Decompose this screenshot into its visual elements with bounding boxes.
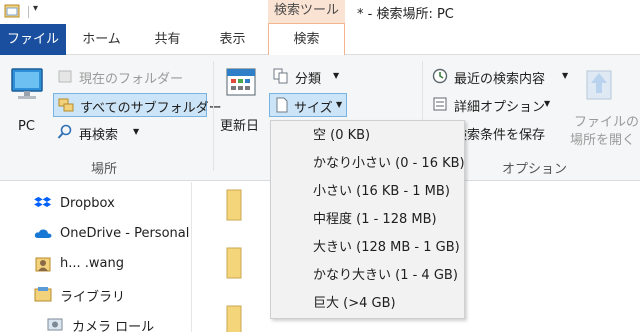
pc-button[interactable]: PC — [6, 65, 46, 135]
tab-home[interactable]: ホーム — [74, 24, 129, 55]
folder-icon[interactable] — [225, 304, 243, 332]
calendar-icon — [226, 68, 256, 96]
folder-icon — [58, 70, 72, 83]
size-option-empty[interactable]: 空 (0 KB) — [271, 121, 464, 150]
kind-icon — [273, 68, 288, 84]
window-title: * - 検索場所: PC — [357, 7, 454, 22]
open-location-label-1: ファイルの — [574, 115, 640, 130]
modified-date-label: 更新日 — [220, 119, 260, 134]
kind-label: 分類 — [295, 72, 322, 87]
modified-date-button[interactable]: 更新日 — [220, 63, 264, 143]
nav-label: h... .wang — [60, 256, 124, 271]
advanced-options-label: 詳細オプション — [454, 100, 546, 115]
nav-label: Dropbox — [60, 196, 115, 211]
current-folder-label: 現在のフォルダー — [79, 72, 184, 87]
size-icon — [276, 97, 288, 113]
all-subfolders-label: すべてのサブフォルダー — [80, 101, 222, 116]
folder-icon[interactable] — [225, 246, 243, 280]
tab-share[interactable]: 共有 — [140, 24, 195, 55]
qat-separator — [28, 6, 29, 18]
ribbon-tab-row: ファイル ホーム 共有 表示 検索 — [0, 23, 640, 56]
size-option-huge[interactable]: かなり大きい (1 - 4 GB) — [271, 261, 464, 290]
options-icon — [433, 97, 447, 111]
navigation-pane: Dropbox OneDrive - Personal h... .wang ラ… — [0, 182, 192, 332]
open-location-button: ファイルの 場所を開く — [566, 63, 640, 148]
dropbox-icon — [34, 196, 52, 208]
search-again-icon — [57, 124, 72, 139]
tab-search[interactable]: 検索 — [268, 23, 345, 56]
recent-search-icon — [432, 68, 448, 84]
size-option-large[interactable]: 大きい (128 MB - 1 GB) — [271, 233, 464, 262]
camera-roll-icon — [47, 318, 63, 331]
contextual-tab-header: 検索ツール — [268, 0, 345, 24]
subfolders-icon — [58, 98, 74, 112]
nav-label: カメラ ロール — [72, 320, 155, 332]
open-location-icon — [586, 70, 612, 100]
size-option-tiny[interactable]: かなり小さい (0 - 16 KB) — [271, 149, 465, 178]
size-option-gigantic[interactable]: 巨大 (>4 GB) — [271, 289, 464, 318]
group-separator — [213, 61, 214, 171]
library-icon — [34, 287, 52, 302]
group-label-options: オプション — [502, 162, 568, 177]
recent-searches-label: 最近の検索内容 — [454, 72, 546, 87]
chevron-down-icon: ▼ — [133, 127, 140, 136]
chevron-down-icon: ▼ — [333, 71, 340, 80]
size-button[interactable]: サイズ ▼ — [269, 93, 347, 117]
dropdown-arrow-icon[interactable]: ▾ — [33, 3, 45, 14]
save-search-label: 検索条件を保存 — [454, 128, 546, 143]
search-again-label: 再検索 — [79, 128, 119, 143]
onedrive-icon — [34, 229, 52, 238]
chevron-down-icon: ▼ — [336, 100, 343, 109]
folder-icon[interactable] — [225, 188, 243, 222]
chevron-down-icon: ▼ — [544, 99, 551, 108]
user-icon — [35, 257, 51, 272]
all-subfolders-button[interactable]: すべてのサブフォルダー — [53, 93, 222, 117]
size-option-medium[interactable]: 中程度 (1 - 128 MB) — [271, 205, 464, 234]
tab-file[interactable]: ファイル — [0, 24, 66, 55]
pc-icon — [11, 68, 43, 99]
size-label: サイズ — [294, 101, 333, 116]
size-dropdown-menu: 空 (0 KB) かなり小さい (0 - 16 KB) 小さい (16 KB -… — [270, 120, 465, 319]
nav-label: OneDrive - Personal — [60, 226, 190, 241]
quick-access-icon[interactable] — [4, 4, 20, 18]
tab-view[interactable]: 表示 — [205, 24, 260, 55]
pc-label: PC — [18, 119, 35, 134]
open-location-label-2: 場所を開く — [570, 133, 636, 148]
nav-label: ライブラリ — [60, 290, 126, 305]
group-label-location: 場所 — [91, 162, 118, 177]
size-option-small[interactable]: 小さい (16 KB - 1 MB) — [271, 177, 464, 206]
